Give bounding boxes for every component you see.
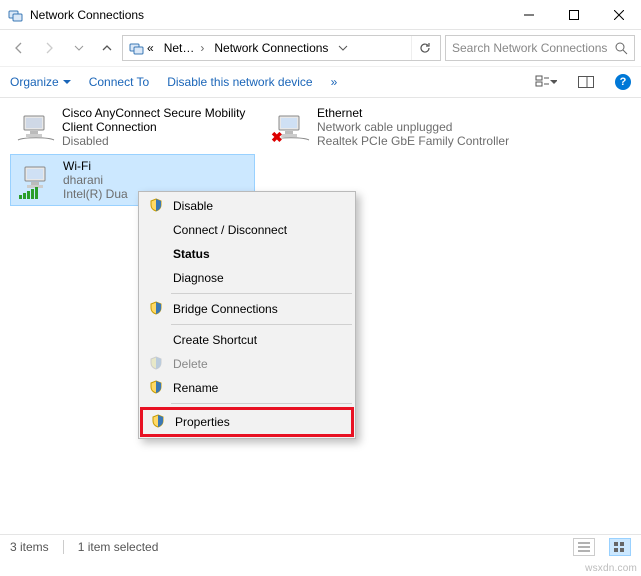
breadcrumb-dropdown[interactable]	[334, 43, 352, 53]
forward-button[interactable]	[36, 35, 62, 61]
adapter-icon	[16, 106, 56, 146]
menu-label: Connect / Disconnect	[173, 223, 287, 237]
help-button[interactable]: ?	[615, 74, 631, 90]
shield-icon	[149, 301, 163, 315]
status-selected-count: 1 item selected	[78, 540, 159, 554]
menu-label: Bridge Connections	[173, 302, 278, 316]
breadcrumb-seg-current[interactable]: Network Connections	[210, 37, 332, 59]
search-input[interactable]: Search Network Connections	[445, 35, 635, 61]
menu-rename[interactable]: Rename	[141, 376, 353, 400]
view-options-button[interactable]	[535, 71, 557, 93]
menu-separator	[171, 403, 352, 404]
menu-label: Create Shortcut	[173, 333, 257, 347]
connection-status: dharani	[63, 173, 128, 187]
menu-delete: Delete	[141, 352, 353, 376]
back-button[interactable]	[6, 35, 32, 61]
title-bar: Network Connections	[0, 0, 641, 30]
chevron-down-icon	[63, 78, 71, 86]
address-bar: « Net… › Network Connections Search Netwo…	[0, 30, 641, 66]
icons-view-button[interactable]	[609, 538, 631, 556]
search-icon	[615, 42, 628, 55]
breadcrumb-chevron-icon: «	[147, 41, 154, 55]
breadcrumb-icon[interactable]: «	[125, 37, 158, 59]
watermark: wsxdn.com	[585, 563, 637, 574]
adapter-icon: ✖	[271, 106, 311, 146]
menu-separator	[171, 293, 352, 294]
menu-status[interactable]: Status	[141, 242, 353, 266]
menu-diagnose[interactable]: Diagnose	[141, 266, 353, 290]
connection-status: Network cable unplugged	[317, 120, 509, 134]
minimize-button[interactable]	[506, 0, 551, 30]
status-bar: 3 items 1 item selected	[0, 534, 641, 558]
wifi-signal-icon	[19, 187, 38, 199]
command-bar: Organize Connect To Disable this network…	[0, 66, 641, 98]
more-commands-button[interactable]: »	[331, 75, 338, 89]
breadcrumb-seg-root[interactable]: Net… ›	[160, 37, 209, 59]
adapter-icon	[17, 159, 57, 199]
search-placeholder: Search Network Connections	[452, 41, 607, 55]
details-view-button[interactable]	[573, 538, 595, 556]
menu-disable[interactable]: Disable	[141, 194, 353, 218]
connection-name: Ethernet	[317, 106, 509, 120]
menu-label: Delete	[173, 357, 208, 371]
breadcrumb[interactable]: « Net… › Network Connections	[122, 35, 441, 61]
status-item-count: 3 items	[10, 540, 49, 554]
close-button[interactable]	[596, 0, 641, 30]
shield-icon	[149, 356, 163, 370]
connection-name: Cisco AnyConnect Secure Mobility Client …	[62, 106, 249, 134]
app-icon	[8, 7, 24, 23]
status-divider	[63, 540, 64, 554]
breadcrumb-current-label: Network Connections	[214, 41, 328, 55]
breadcrumb-root-label: Net…	[164, 41, 195, 55]
menu-label: Status	[173, 247, 210, 261]
connect-to-button[interactable]: Connect To	[89, 75, 150, 89]
menu-label: Disable	[173, 199, 213, 213]
connection-name: Wi-Fi	[63, 159, 128, 173]
menu-bridge[interactable]: Bridge Connections	[141, 297, 353, 321]
shield-icon	[149, 198, 163, 212]
organize-label: Organize	[10, 75, 59, 89]
menu-label: Diagnose	[173, 271, 224, 285]
refresh-button[interactable]	[411, 36, 438, 60]
shield-icon	[149, 380, 163, 394]
menu-separator	[171, 324, 352, 325]
menu-create-shortcut[interactable]: Create Shortcut	[141, 328, 353, 352]
recent-dropdown[interactable]	[66, 35, 92, 61]
preview-pane-button[interactable]	[575, 71, 597, 93]
error-icon: ✖	[271, 129, 283, 146]
up-button[interactable]	[96, 35, 118, 61]
disable-device-button[interactable]: Disable this network device	[167, 75, 312, 89]
menu-label: Properties	[175, 415, 230, 429]
context-menu: Disable Connect / Disconnect Status Diag…	[138, 191, 356, 439]
connection-device: Intel(R) Dua	[63, 187, 128, 201]
connection-status: Disabled	[62, 134, 249, 148]
menu-connect-disconnect[interactable]: Connect / Disconnect	[141, 218, 353, 242]
shield-icon	[151, 414, 165, 428]
window-title: Network Connections	[30, 8, 506, 22]
menu-label: Rename	[173, 381, 218, 395]
organize-menu[interactable]: Organize	[10, 75, 71, 89]
menu-properties[interactable]: Properties	[143, 410, 351, 434]
connection-cisco[interactable]: Cisco AnyConnect Secure Mobility Client …	[10, 102, 255, 152]
connection-device: Realtek PCIe GbE Family Controller	[317, 134, 509, 148]
chevron-right-icon: ›	[200, 41, 204, 55]
maximize-button[interactable]	[551, 0, 596, 30]
connection-ethernet[interactable]: ✖ Ethernet Network cable unplugged Realt…	[265, 102, 535, 152]
highlighted-menu-item: Properties	[140, 407, 354, 437]
